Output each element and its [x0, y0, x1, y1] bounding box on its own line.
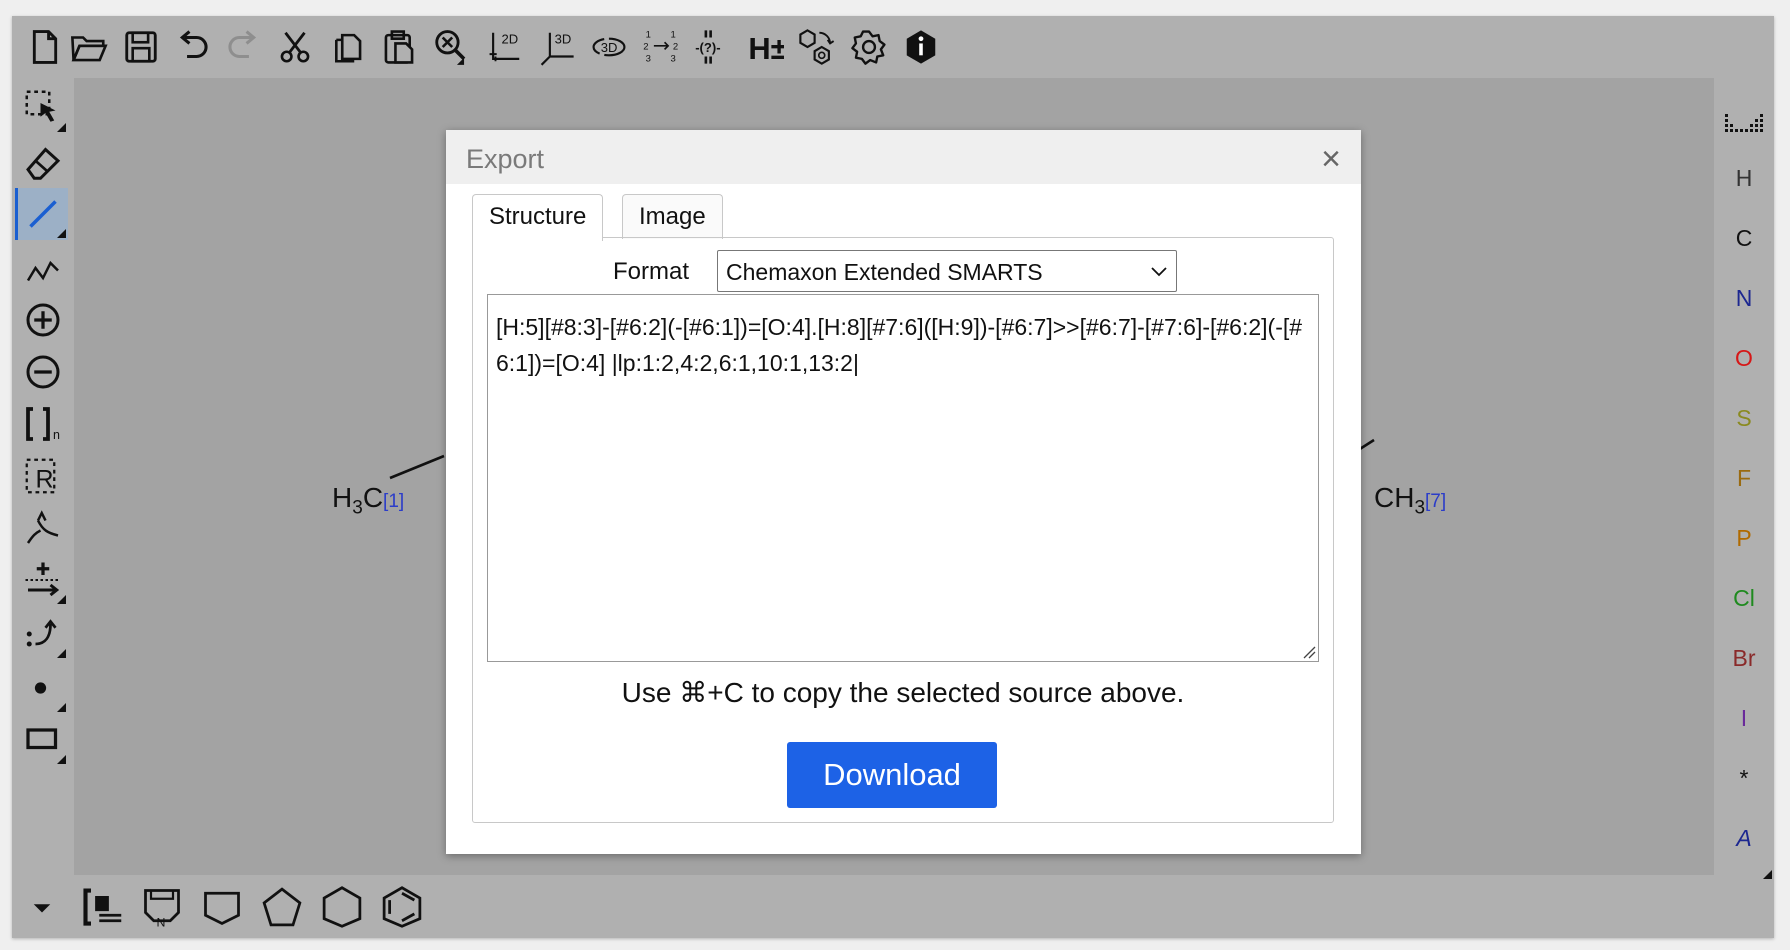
- open-folder-icon[interactable]: [66, 24, 112, 70]
- benzene-template-icon[interactable]: [376, 881, 428, 933]
- format-label: Format: [613, 258, 690, 285]
- dialog-header: Export ×: [446, 130, 1361, 184]
- ring-n-template-icon[interactable]: N: [136, 881, 188, 933]
- svg-text:3D: 3D: [601, 40, 618, 55]
- renumber-atoms-icon[interactable]: 123123: [638, 24, 684, 70]
- element-p-button[interactable]: P: [1714, 510, 1774, 566]
- charge-minus-icon[interactable]: [18, 346, 68, 398]
- copy-hint: Use ⌘+C to copy the selected source abov…: [621, 677, 1185, 708]
- info-icon[interactable]: [898, 24, 944, 70]
- top-toolbar: 2D 3D 3D 123123 -(?)- H±: [12, 16, 1122, 78]
- chain-tool-icon[interactable]: [18, 242, 68, 294]
- reaction-arrow-icon[interactable]: [18, 502, 68, 554]
- right-toolbar: H C N O S F P Cl Br I * A: [1714, 78, 1774, 879]
- tab-structure[interactable]: Structure: [472, 194, 604, 241]
- svg-text:2: 2: [643, 41, 648, 52]
- svg-text:H±: H±: [748, 31, 784, 66]
- svg-text:3D: 3D: [555, 31, 572, 46]
- svg-text:2D: 2D: [501, 31, 518, 46]
- cyclohexane-template-icon[interactable]: [316, 881, 368, 933]
- chevron-down-icon: [1151, 267, 1167, 277]
- element-s-button[interactable]: S: [1714, 390, 1774, 446]
- download-button[interactable]: Download: [787, 742, 997, 808]
- svg-text:N: N: [157, 915, 166, 929]
- transform-structure-icon[interactable]: [794, 24, 840, 70]
- rgroup-tool-icon[interactable]: R: [18, 450, 68, 502]
- clean-3d-icon[interactable]: 3D: [534, 24, 580, 70]
- reaction-plus-arrow-icon[interactable]: [18, 554, 68, 606]
- shape-rectangle-icon[interactable]: [18, 714, 68, 766]
- save-icon[interactable]: [118, 24, 164, 70]
- left-toolbar: n R: [12, 78, 74, 875]
- cut-icon[interactable]: [272, 24, 318, 70]
- atom-list-button[interactable]: A: [1714, 810, 1774, 866]
- svg-text:2: 2: [673, 41, 678, 52]
- eraser-tool-icon[interactable]: [18, 136, 68, 188]
- single-bond-tool-icon[interactable]: [15, 188, 68, 240]
- select-tool-icon[interactable]: [18, 82, 68, 134]
- svg-text:1: 1: [646, 30, 651, 41]
- view-3d-icon[interactable]: 3D: [586, 24, 632, 70]
- cyclobutane-template-icon[interactable]: [196, 881, 248, 933]
- dialog-title: Export: [466, 144, 545, 174]
- template-library-icon[interactable]: [76, 881, 128, 933]
- settings-gear-icon[interactable]: [846, 24, 892, 70]
- element-h-button[interactable]: H: [1714, 150, 1774, 206]
- element-c-button[interactable]: C: [1714, 210, 1774, 266]
- format-select[interactable]: Chemaxon Extended SMARTS: [717, 250, 1177, 292]
- periodic-table-icon[interactable]: [1714, 94, 1774, 150]
- source-text: [H:5][#8:3]-[#6:2](-[#6:1])=[O:4].[H:8][…: [496, 314, 1303, 376]
- structure-panel: Format Chemaxon Extended SMARTS [H:5][#8…: [472, 237, 1334, 823]
- svg-text:3: 3: [646, 53, 651, 64]
- svg-text:R: R: [36, 465, 54, 493]
- charge-plus-icon[interactable]: [18, 294, 68, 346]
- ketcher-editor: 2D 3D 3D 123123 -(?)- H± n R H3C[1] CH3[…: [12, 16, 1774, 938]
- atom-label-ch3-right[interactable]: CH3[7]: [1374, 482, 1446, 520]
- paste-icon[interactable]: [376, 24, 422, 70]
- zoom-icon[interactable]: [428, 24, 474, 70]
- element-i-button[interactable]: I: [1714, 690, 1774, 746]
- close-icon[interactable]: ×: [1321, 140, 1341, 179]
- any-atom-button[interactable]: *: [1714, 750, 1774, 806]
- clean-2d-icon[interactable]: 2D: [482, 24, 528, 70]
- new-file-icon[interactable]: [22, 24, 68, 70]
- radical-tool-icon[interactable]: [18, 662, 68, 714]
- copy-icon[interactable]: [324, 24, 370, 70]
- svg-text:1: 1: [671, 30, 676, 41]
- svg-text:n: n: [53, 428, 60, 442]
- bottom-toolbar: N: [12, 875, 512, 938]
- resize-grip-icon[interactable]: [1302, 645, 1316, 659]
- query-feature-icon[interactable]: -(?)-: [690, 24, 736, 70]
- svg-text:3: 3: [671, 53, 676, 64]
- cyclopentane-template-icon[interactable]: [256, 881, 308, 933]
- element-br-button[interactable]: Br: [1714, 630, 1774, 686]
- atom-label-ch3-left[interactable]: H3C[1]: [332, 482, 404, 520]
- reaction-mapping-icon[interactable]: [18, 608, 68, 660]
- expand-toolbar-icon[interactable]: [16, 881, 68, 933]
- element-f-button[interactable]: F: [1714, 450, 1774, 506]
- export-dialog: Export × Structure Image Format Chemaxon…: [446, 130, 1361, 854]
- element-n-button[interactable]: N: [1714, 270, 1774, 326]
- source-textarea[interactable]: [H:5][#8:3]-[#6:2](-[#6:1])=[O:4].[H:8][…: [487, 294, 1319, 662]
- sgroup-tool-icon[interactable]: n: [18, 398, 68, 450]
- tab-image[interactable]: Image: [622, 194, 723, 239]
- hydrogens-toggle-icon[interactable]: H±: [742, 24, 788, 70]
- element-o-button[interactable]: O: [1714, 330, 1774, 386]
- format-select-value: Chemaxon Extended SMARTS: [726, 259, 1043, 285]
- undo-icon[interactable]: [170, 24, 216, 70]
- svg-text:-(?)-: -(?)-: [695, 40, 720, 55]
- element-cl-button[interactable]: Cl: [1714, 570, 1774, 626]
- redo-icon[interactable]: [220, 24, 266, 70]
